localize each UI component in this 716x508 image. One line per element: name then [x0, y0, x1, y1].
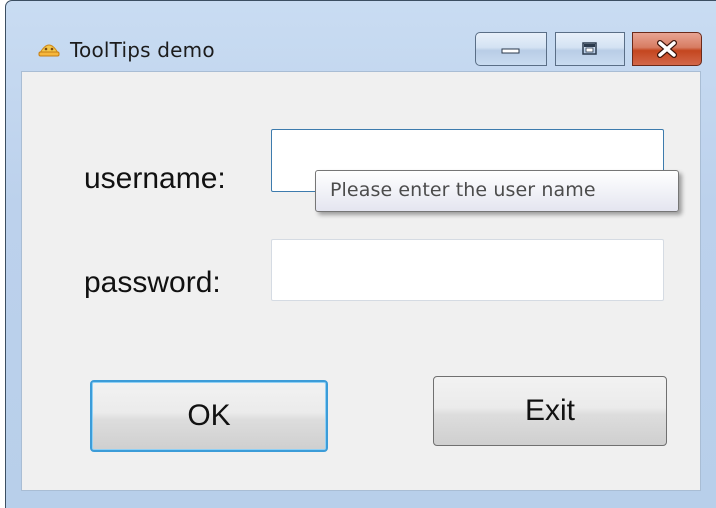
ok-button[interactable]: OK — [90, 380, 328, 452]
close-button[interactable] — [632, 32, 702, 66]
exit-button-label: Exit — [524, 394, 575, 427]
minimize-icon — [501, 48, 520, 54]
ok-button-label: OK — [187, 399, 231, 432]
app-icon — [38, 44, 60, 57]
window-title: ToolTips demo — [70, 38, 215, 62]
window-client-area: username: password: OK Exit Please enter… — [21, 71, 701, 491]
maximize-icon — [582, 42, 597, 55]
password-label: password: — [84, 266, 221, 299]
maximize-button[interactable] — [555, 32, 625, 66]
minimize-button[interactable] — [475, 32, 547, 66]
password-input[interactable] — [271, 239, 664, 301]
exit-button[interactable]: Exit — [433, 376, 667, 446]
username-tooltip: Please enter the user name — [315, 170, 679, 212]
tooltips-demo-window: ToolTips demo username: password: OK Exi… — [5, 0, 716, 508]
title-bar[interactable]: ToolTips demo — [6, 1, 716, 71]
username-label: username: — [84, 162, 226, 195]
close-icon — [657, 40, 677, 58]
